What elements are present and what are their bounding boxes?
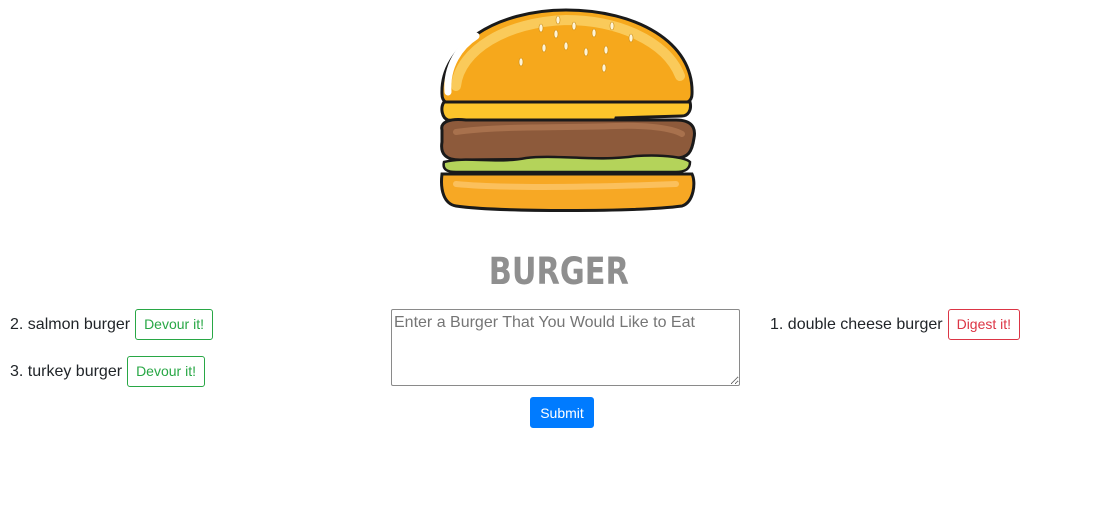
devour-button[interactable]: Devour it! xyxy=(135,309,213,340)
devour-button[interactable]: Devour it! xyxy=(127,356,205,387)
page: BURGER 2. salmon burger Devour it! 3. tu… xyxy=(0,0,1114,517)
list-item: 3. turkey burger Devour it! xyxy=(10,356,205,387)
burger-name: 2. salmon burger xyxy=(10,315,131,333)
page-title: BURGER xyxy=(488,250,629,293)
burger-name-input[interactable] xyxy=(391,309,740,386)
burger-name: 1. double cheese burger xyxy=(770,315,943,333)
list-item: 1. double cheese burger Digest it! xyxy=(770,309,1021,340)
digest-button[interactable]: Digest it! xyxy=(947,309,1021,340)
burger-illustration-icon xyxy=(440,8,696,212)
submit-button[interactable]: Submit xyxy=(530,397,594,428)
burger-name: 3. turkey burger xyxy=(10,362,123,380)
list-item: 2. salmon burger Devour it! xyxy=(10,309,213,340)
